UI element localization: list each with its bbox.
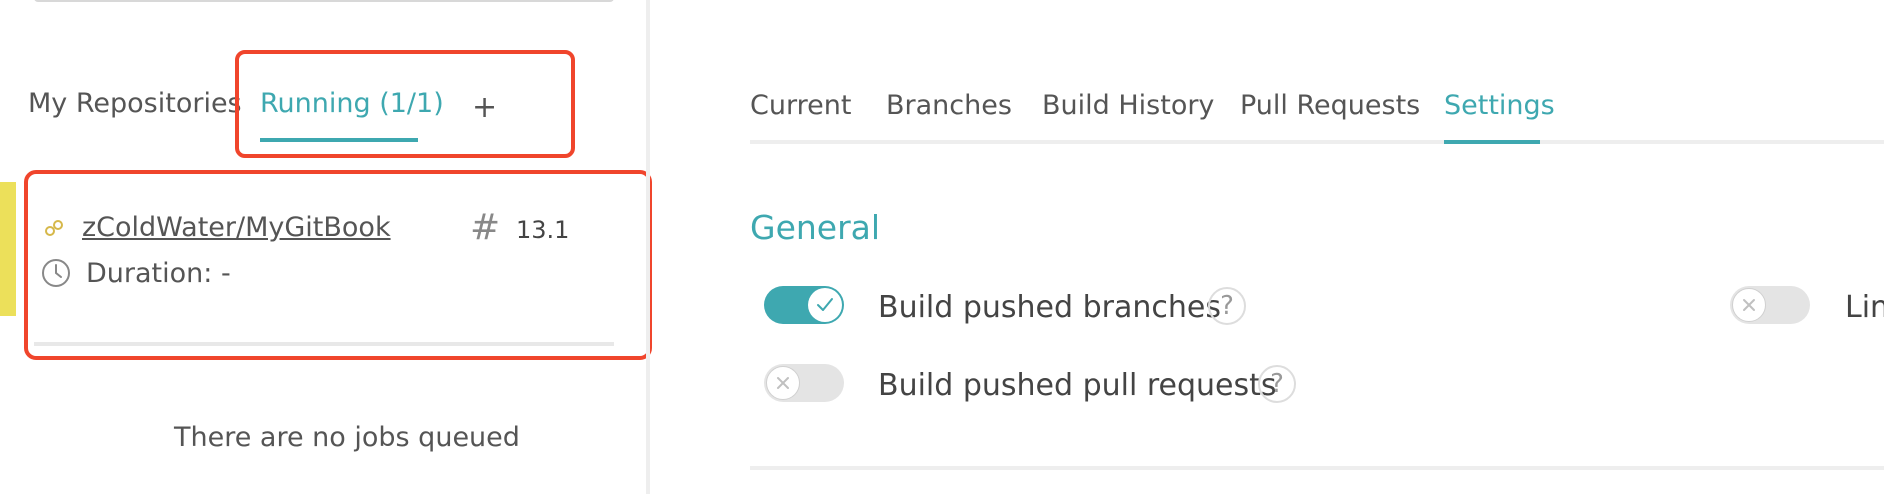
tab-settings[interactable]: Settings (1444, 90, 1555, 121)
hash-icon: # (470, 207, 501, 248)
tab-build-history[interactable]: Build History (1042, 90, 1214, 121)
running-status-bar (0, 182, 16, 316)
x-icon (1743, 299, 1755, 311)
tab-settings-underline (1444, 140, 1540, 144)
build-pushed-branches-label: Build pushed branches (878, 290, 1221, 325)
queue-empty-message: There are no jobs queued (174, 422, 520, 453)
tab-branches[interactable]: Branches (886, 90, 1012, 121)
build-pushed-pull-requests-toggle[interactable] (764, 364, 844, 402)
x-icon (777, 377, 789, 389)
job-duration: Duration: - (86, 258, 231, 289)
toggle-knob (1732, 288, 1766, 322)
clock-icon (42, 259, 70, 287)
help-icon[interactable]: ? (1258, 365, 1296, 403)
build-number[interactable]: 13.1 (516, 216, 569, 244)
tab-pull-requests[interactable]: Pull Requests (1240, 90, 1420, 121)
check-icon (817, 298, 833, 311)
tab-current[interactable]: Current (750, 90, 851, 121)
panel-divider (646, 0, 650, 494)
toggle-knob (766, 366, 800, 400)
repo-status-icon (45, 220, 63, 236)
tabs-baseline (750, 140, 1884, 144)
tab-my-repositories[interactable]: My Repositories (28, 88, 242, 119)
build-pushed-pull-requests-label: Build pushed pull requests (878, 368, 1277, 403)
job-separator (34, 342, 614, 346)
section-separator (750, 466, 1884, 470)
section-title: General (750, 208, 881, 247)
search-input[interactable] (34, 0, 614, 2)
help-icon[interactable]: ? (1208, 287, 1246, 325)
repo-link[interactable]: zColdWater/MyGitBook (82, 212, 391, 243)
app-page: My Repositories Running (1/1) + zColdWat… (0, 0, 1884, 494)
limit-option-label: Lin (1845, 290, 1884, 325)
toggle-knob (808, 288, 842, 322)
build-pushed-branches-toggle[interactable] (764, 286, 844, 324)
tabs-highlight-box (235, 50, 575, 158)
limit-option-toggle[interactable] (1730, 286, 1810, 324)
